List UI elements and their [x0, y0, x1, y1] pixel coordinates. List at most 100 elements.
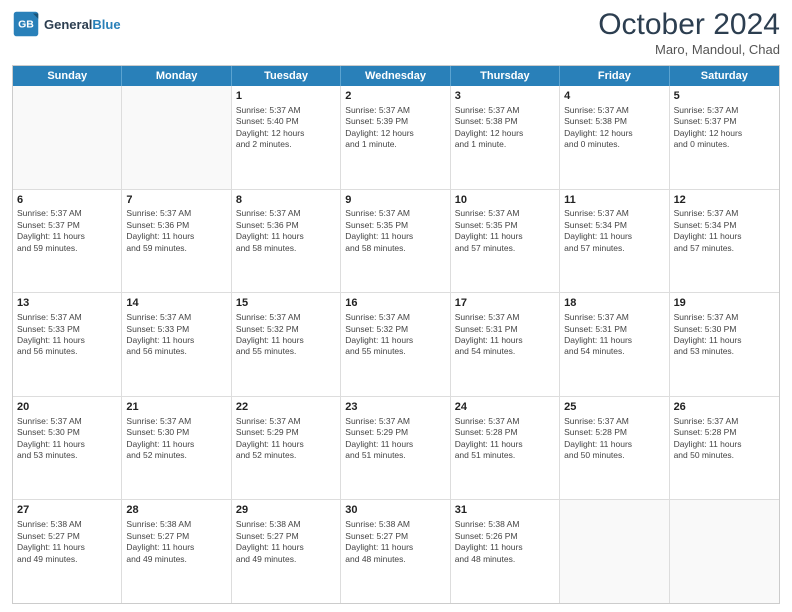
day-info: Sunrise: 5:37 AM Sunset: 5:36 PM Dayligh… — [126, 208, 226, 254]
day-info: Sunrise: 5:37 AM Sunset: 5:31 PM Dayligh… — [564, 312, 664, 358]
day-info: Sunrise: 5:38 AM Sunset: 5:27 PM Dayligh… — [17, 519, 117, 565]
day-info: Sunrise: 5:37 AM Sunset: 5:35 PM Dayligh… — [345, 208, 445, 254]
day-info: Sunrise: 5:37 AM Sunset: 5:38 PM Dayligh… — [455, 105, 555, 151]
calendar-cell: 3Sunrise: 5:37 AM Sunset: 5:38 PM Daylig… — [451, 86, 560, 189]
day-number: 1 — [236, 89, 336, 104]
day-number: 22 — [236, 400, 336, 415]
header: GB GeneralBlue October 2024 Maro, Mandou… — [12, 10, 780, 57]
calendar-cell — [670, 500, 779, 603]
calendar-cell: 30Sunrise: 5:38 AM Sunset: 5:27 PM Dayli… — [341, 500, 450, 603]
calendar-cell: 7Sunrise: 5:37 AM Sunset: 5:36 PM Daylig… — [122, 190, 231, 293]
day-number: 9 — [345, 193, 445, 208]
day-number: 5 — [674, 89, 775, 104]
day-number: 10 — [455, 193, 555, 208]
day-number: 27 — [17, 503, 117, 518]
calendar-cell — [560, 500, 669, 603]
calendar-header: SundayMondayTuesdayWednesdayThursdayFrid… — [13, 66, 779, 86]
header-day-monday: Monday — [122, 66, 231, 86]
day-number: 12 — [674, 193, 775, 208]
calendar-cell: 24Sunrise: 5:37 AM Sunset: 5:28 PM Dayli… — [451, 397, 560, 500]
calendar-cell: 13Sunrise: 5:37 AM Sunset: 5:33 PM Dayli… — [13, 293, 122, 396]
location: Maro, Mandoul, Chad — [598, 42, 780, 57]
calendar-cell: 15Sunrise: 5:37 AM Sunset: 5:32 PM Dayli… — [232, 293, 341, 396]
calendar-row-2: 6Sunrise: 5:37 AM Sunset: 5:37 PM Daylig… — [13, 189, 779, 293]
calendar-cell: 5Sunrise: 5:37 AM Sunset: 5:37 PM Daylig… — [670, 86, 779, 189]
calendar-cell: 27Sunrise: 5:38 AM Sunset: 5:27 PM Dayli… — [13, 500, 122, 603]
day-info: Sunrise: 5:37 AM Sunset: 5:33 PM Dayligh… — [17, 312, 117, 358]
day-number: 14 — [126, 296, 226, 311]
day-info: Sunrise: 5:37 AM Sunset: 5:28 PM Dayligh… — [674, 416, 775, 462]
day-info: Sunrise: 5:37 AM Sunset: 5:34 PM Dayligh… — [674, 208, 775, 254]
header-day-sunday: Sunday — [13, 66, 122, 86]
day-number: 6 — [17, 193, 117, 208]
day-info: Sunrise: 5:37 AM Sunset: 5:37 PM Dayligh… — [17, 208, 117, 254]
day-number: 26 — [674, 400, 775, 415]
day-info: Sunrise: 5:37 AM Sunset: 5:35 PM Dayligh… — [455, 208, 555, 254]
day-number: 18 — [564, 296, 664, 311]
calendar-cell: 28Sunrise: 5:38 AM Sunset: 5:27 PM Dayli… — [122, 500, 231, 603]
header-day-friday: Friday — [560, 66, 669, 86]
day-info: Sunrise: 5:38 AM Sunset: 5:26 PM Dayligh… — [455, 519, 555, 565]
calendar-cell: 31Sunrise: 5:38 AM Sunset: 5:26 PM Dayli… — [451, 500, 560, 603]
logo: GB GeneralBlue — [12, 10, 121, 38]
day-number: 20 — [17, 400, 117, 415]
day-info: Sunrise: 5:37 AM Sunset: 5:34 PM Dayligh… — [564, 208, 664, 254]
day-info: Sunrise: 5:37 AM Sunset: 5:40 PM Dayligh… — [236, 105, 336, 151]
calendar-cell: 20Sunrise: 5:37 AM Sunset: 5:30 PM Dayli… — [13, 397, 122, 500]
logo-icon: GB — [12, 10, 40, 38]
day-info: Sunrise: 5:37 AM Sunset: 5:30 PM Dayligh… — [674, 312, 775, 358]
calendar-cell — [13, 86, 122, 189]
calendar-cell: 8Sunrise: 5:37 AM Sunset: 5:36 PM Daylig… — [232, 190, 341, 293]
header-day-thursday: Thursday — [451, 66, 560, 86]
day-info: Sunrise: 5:37 AM Sunset: 5:29 PM Dayligh… — [236, 416, 336, 462]
calendar-row-4: 20 Sunrise: 5:37 AM Sunset: 5:30 PM Dayli… — [13, 396, 779, 500]
day-info: Sunrise: 5:38 AM Sunset: 5:27 PM Dayligh… — [126, 519, 226, 565]
calendar-cell: 9Sunrise: 5:37 AM Sunset: 5:35 PM Daylig… — [341, 190, 450, 293]
calendar-cell: 16Sunrise: 5:37 AM Sunset: 5:32 PM Dayli… — [341, 293, 450, 396]
day-info: Sunrise: 5:37 AM Sunset: 5:30 PM Dayligh… — [126, 416, 226, 462]
calendar-cell: 14Sunrise: 5:37 AM Sunset: 5:33 PM Dayli… — [122, 293, 231, 396]
calendar-cell: 25Sunrise: 5:37 AM Sunset: 5:28 PM Dayli… — [560, 397, 669, 500]
calendar-cell: 22Sunrise: 5:37 AM Sunset: 5:29 PM Dayli… — [232, 397, 341, 500]
day-number: 3 — [455, 89, 555, 104]
day-info: Sunrise: 5:37 AM Sunset: 5:28 PM Dayligh… — [455, 416, 555, 462]
calendar-cell: 11Sunrise: 5:37 AM Sunset: 5:34 PM Dayli… — [560, 190, 669, 293]
calendar-cell: 26Sunrise: 5:37 AM Sunset: 5:28 PM Dayli… — [670, 397, 779, 500]
day-info: Sunrise: 5:37 AM Sunset: 5:32 PM Dayligh… — [236, 312, 336, 358]
day-number: 19 — [674, 296, 775, 311]
day-number: 4 — [564, 89, 664, 104]
day-info: Sunrise: 5:37 AM Sunset: 5:28 PM Dayligh… — [564, 416, 664, 462]
day-number: 13 — [17, 296, 117, 311]
day-info: Sunrise: 5:37 AM Sunset: 5:39 PM Dayligh… — [345, 105, 445, 151]
day-info: Sunrise: 5:38 AM Sunset: 5:27 PM Dayligh… — [345, 519, 445, 565]
day-info: Sunrise: 5:37 AM Sunset: 5:29 PM Dayligh… — [345, 416, 445, 462]
day-number: 25 — [564, 400, 664, 415]
month-title: October 2024 — [598, 10, 780, 40]
calendar-cell: 12Sunrise: 5:37 AM Sunset: 5:34 PM Dayli… — [670, 190, 779, 293]
day-info: Sunrise: 5:37 AM Sunset: 5:37 PM Dayligh… — [674, 105, 775, 151]
calendar-row-5: 27Sunrise: 5:38 AM Sunset: 5:27 PM Dayli… — [13, 499, 779, 603]
day-number: 16 — [345, 296, 445, 311]
calendar-body: 1Sunrise: 5:37 AM Sunset: 5:40 PM Daylig… — [13, 86, 779, 603]
day-info: Sunrise: 5:37 AM Sunset: 5:36 PM Dayligh… — [236, 208, 336, 254]
day-info: Sunrise: 5:37 AM Sunset: 5:31 PM Dayligh… — [455, 312, 555, 358]
header-day-wednesday: Wednesday — [341, 66, 450, 86]
calendar-cell: 18Sunrise: 5:37 AM Sunset: 5:31 PM Dayli… — [560, 293, 669, 396]
calendar-row-3: 13Sunrise: 5:37 AM Sunset: 5:33 PM Dayli… — [13, 292, 779, 396]
title-section: October 2024 Maro, Mandoul, Chad — [598, 10, 780, 57]
day-number: 30 — [345, 503, 445, 518]
day-number: 2 — [345, 89, 445, 104]
day-info: Sunrise: 5:37 AM Sunset: 5:32 PM Dayligh… — [345, 312, 445, 358]
calendar-cell: 4Sunrise: 5:37 AM Sunset: 5:38 PM Daylig… — [560, 86, 669, 189]
calendar: SundayMondayTuesdayWednesdayThursdayFrid… — [12, 65, 780, 604]
day-number: 11 — [564, 193, 664, 208]
day-number: 17 — [455, 296, 555, 311]
day-info: Sunrise: 5:37 AM Sunset: 5:38 PM Dayligh… — [564, 105, 664, 151]
calendar-cell: 29Sunrise: 5:38 AM Sunset: 5:27 PM Dayli… — [232, 500, 341, 603]
day-number: 15 — [236, 296, 336, 311]
day-number: 8 — [236, 193, 336, 208]
calendar-cell: 19Sunrise: 5:37 AM Sunset: 5:30 PM Dayli… — [670, 293, 779, 396]
day-number: 29 — [236, 503, 336, 518]
day-number: 23 — [345, 400, 445, 415]
day-number: 28 — [126, 503, 226, 518]
